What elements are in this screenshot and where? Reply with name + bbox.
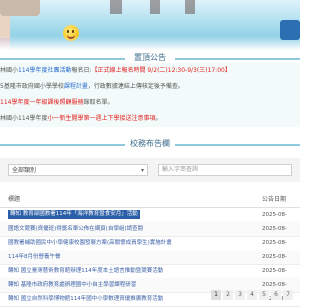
announcement-text: 114學年度一年級課後照顧服務 [0, 99, 84, 106]
announcement-text: 。 [155, 115, 162, 122]
top-banner [0, 0, 300, 50]
news-title-link[interactable]: 轉知 教育部國教署114年「海洋教育暨食安月」活動 [8, 210, 140, 219]
announcement-text: 小一新生開學第一週上下學接送注意事項 [47, 115, 156, 122]
table-row[interactable]: 國教署補助國民中小學健康校園發展方案(高關懷成員學生)實施計畫 2025-08- [0, 236, 300, 251]
announcement-text: 5基隆市政府國小學學校 [0, 83, 64, 90]
page-button[interactable]: 1 [211, 290, 221, 300]
keyword-input[interactable]: 輸入字串查詢 [158, 164, 292, 176]
news-date: 2025-08- [262, 212, 287, 218]
announcement-text: 課程計畫 [63, 83, 88, 90]
news-title-link[interactable]: 114年8月份營養午餐 [8, 250, 253, 264]
news-date: 2025-08- [262, 254, 287, 260]
news-date: 2025-08- [262, 240, 287, 246]
announcement-link[interactable]: 林國小114學年度小一新生開學第一週上下學接送注意事項。 [0, 111, 300, 127]
announcement-text: 錄取名單。 [83, 99, 114, 106]
table-row[interactable]: 轉知 國立臺灣藝術教育館辦理114年度本土語言推動暨競賽活動 2025-08- [0, 264, 300, 279]
news-title-link[interactable]: 轉知 國立臺灣藝術教育館辦理114年度本土語言推動暨競賽活動 [8, 264, 253, 278]
news-date: 2025-08- [262, 268, 287, 274]
announcement-text: 林國小 [0, 67, 19, 74]
column-header-date: 公告日期 [262, 196, 287, 203]
banner-photo [0, 0, 40, 16]
pagination: 1234567 [209, 290, 293, 300]
banner-photo [150, 0, 160, 14]
page-button[interactable]: 2 [223, 290, 233, 300]
announcement-list: 林國小114學年度社團活動報名日:【正式線上報名時間 9/2(二)12:30-9… [0, 63, 300, 127]
school-news-heading: 校務布告欄 [0, 136, 300, 152]
category-select[interactable]: 全部類別 ▾ [8, 164, 148, 176]
announcement-text: 林國小114學年度 [0, 115, 48, 122]
announcement-text: 報名日: [71, 67, 92, 74]
announcement-link[interactable]: 114學年度一年級課後照顧服務錄取名單。 [0, 95, 300, 111]
table-row[interactable]: 轉知 教育部國教署114年「海洋教育暨食安月」活動 2025-08- [0, 208, 300, 223]
announcement-text: 【正式線上報名時間 9/2(二)12:30-9/3(三)17:00】 [91, 67, 231, 74]
news-title-link[interactable]: 國語文競賽(資優班)得獎名單公佈在網頁(自學組)請查閱 [8, 222, 253, 236]
table-row[interactable]: 國語文競賽(資優班)得獎名單公佈在網頁(自學組)請查閱 2025-08- [0, 222, 300, 237]
announcement-text: ，行政數據連結上傳核定後予備查。 [87, 83, 184, 90]
column-header-title: 標題 [8, 196, 21, 203]
page-button[interactable]: 4 [247, 290, 257, 300]
page-button[interactable]: 5 [259, 290, 269, 300]
page-button[interactable]: 7 [283, 290, 293, 300]
announcement-link[interactable]: 林國小114學年度社團活動報名日:【正式線上報名時間 9/2(二)12:30-9… [0, 63, 300, 79]
table-header: 標題 公告日期 [0, 193, 300, 208]
news-date: 2025-08- [262, 226, 287, 232]
news-title-link[interactable]: 國教署補助國民中小學健康校園發展方案(高關懷成員學生)實施計畫 [8, 236, 253, 250]
banner-fade [0, 36, 300, 50]
banner-photo [110, 0, 122, 14]
page-button[interactable]: 6 [271, 290, 281, 300]
page-button[interactable]: 3 [235, 290, 245, 300]
school-news-title: 校務布告欄 [125, 136, 175, 152]
banner-photo [185, 0, 195, 14]
chevron-down-icon: ▾ [140, 167, 144, 174]
announcement-link[interactable]: 5基隆市政府國小學學校課程計畫，行政數據連結上傳核定後予備查。 [0, 79, 300, 95]
category-select-value: 全部類別 [12, 167, 37, 174]
menu-icon[interactable] [280, 20, 300, 40]
keyword-placeholder: 輸入字串查詢 [162, 166, 199, 173]
announcement-text: 114學年度社團活動 [18, 67, 72, 74]
search-bar: 全部類別 ▾ 輸入字串查詢 [0, 158, 300, 182]
table-row[interactable]: 114年8月份營養午餐 2025-08- [0, 250, 300, 265]
